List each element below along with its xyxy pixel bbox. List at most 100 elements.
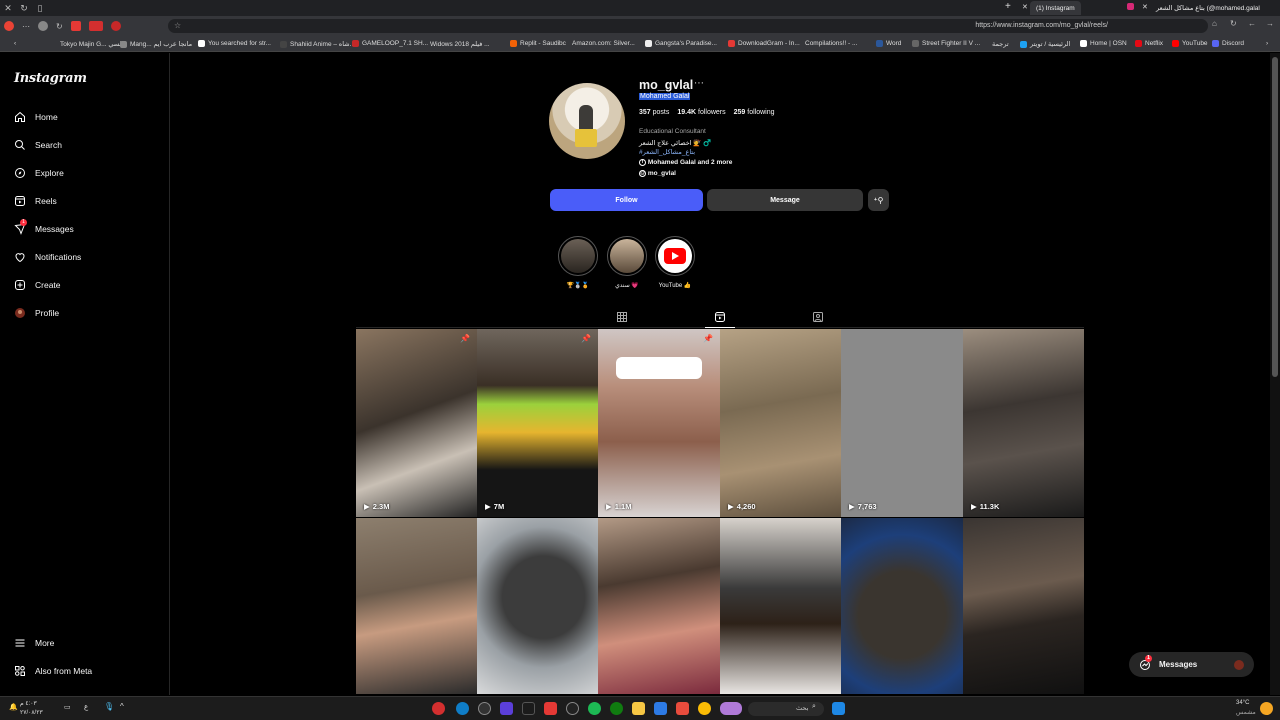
bookmark-item[interactable]: Shahiid Anime – شاه...	[280, 40, 355, 48]
taskbar-app-icon[interactable]	[500, 702, 513, 715]
spotify-icon[interactable]	[588, 702, 601, 715]
messages-floating-button[interactable]: 1 Messages	[1129, 652, 1254, 677]
message-button[interactable]: Message	[707, 189, 863, 211]
new-tab-icon[interactable]: +	[1005, 1, 1011, 12]
more-icon[interactable]: ⋯	[22, 22, 30, 31]
reel-tile[interactable]	[356, 518, 477, 694]
taskbar-app-icon[interactable]	[676, 702, 689, 715]
nav-explore[interactable]: Explore	[14, 167, 64, 179]
nav-search[interactable]: Search	[14, 139, 62, 151]
battery-icon[interactable]: ▭	[64, 703, 71, 711]
clock-date[interactable]: ٢٧/٠٨/٢٣	[20, 709, 43, 716]
nav-more[interactable]: More	[14, 637, 54, 649]
reel-tile[interactable]: ▶ 4,260	[720, 329, 841, 517]
bookmarks-back-icon[interactable]: ‹	[14, 40, 16, 47]
reel-tile[interactable]	[598, 518, 720, 694]
profile-avatar[interactable]	[549, 83, 625, 159]
taskbar-search-field[interactable]: بحث ⌕	[748, 702, 824, 716]
tab-profile[interactable]: بتاع مشاكل الشعر (@mohamed.galal	[1150, 1, 1266, 15]
page-scrollbar[interactable]	[1270, 53, 1280, 695]
url-text[interactable]: https://www.instagram.com/mo_gvlal/reels…	[975, 22, 1108, 29]
bookmark-item[interactable]: Discord	[1212, 40, 1244, 47]
account-icon[interactable]	[38, 21, 48, 31]
posts-grid-icon[interactable]	[615, 311, 629, 323]
reel-tile[interactable]	[720, 518, 841, 694]
language-indicator[interactable]: ع	[84, 703, 88, 711]
bookmark-item[interactable]: DownloadGram - In...	[728, 40, 800, 47]
taskbar-app-icon[interactable]	[654, 702, 667, 715]
reload-icon[interactable]: ↻	[1230, 19, 1237, 28]
taskbar-app-icon[interactable]	[566, 702, 579, 715]
xbox-icon[interactable]	[610, 702, 623, 715]
taskbar-app-icon[interactable]	[432, 702, 445, 715]
bookmark-item[interactable]: Home | OSN	[1080, 40, 1127, 47]
extension-icon[interactable]	[70, 21, 81, 31]
notification-bell-icon[interactable]: 🔔	[9, 703, 18, 711]
bookmark-item[interactable]: Widows 2018 فيلم ...	[430, 40, 490, 48]
bookmark-item[interactable]: Amazon.com: Silver...	[572, 40, 635, 47]
bookmark-item[interactable]: Tokyo Majin G... السي	[60, 40, 123, 48]
nav-create[interactable]: Create	[14, 279, 61, 291]
bookmark-item[interactable]: Mang... مانجا عرب ايم	[120, 40, 192, 48]
refresh-icon[interactable]: ↻	[56, 22, 63, 31]
highlight-2[interactable]	[607, 236, 647, 276]
forward-icon[interactable]: →	[1266, 19, 1274, 28]
tagged-tab-icon[interactable]	[811, 311, 825, 323]
bookmark-item[interactable]: YouTube	[1172, 40, 1208, 47]
bookmark-item[interactable]: Compilations!! - ...	[805, 40, 857, 47]
bookmark-star-icon[interactable]: ☆	[174, 21, 181, 30]
options-icon[interactable]: ⋯	[694, 78, 704, 89]
weather-temp[interactable]: 34°C	[1236, 700, 1249, 706]
browser-menu-icon[interactable]: ▯	[32, 3, 48, 14]
url-field[interactable]: ☆ https://www.instagram.com/mo_gvlal/ree…	[168, 19, 1208, 33]
bookmark-item[interactable]: الرئيسية / تويتر	[1020, 40, 1070, 48]
reel-tile[interactable]	[841, 518, 963, 694]
tray-expand-icon[interactable]: ^	[120, 702, 124, 711]
bookmark-item[interactable]: Netflix	[1135, 40, 1163, 47]
highlight-3[interactable]	[655, 236, 695, 276]
highlight-1[interactable]	[558, 236, 598, 276]
taskbar-app-icon[interactable]	[720, 702, 742, 715]
bookmark-item[interactable]: Replit - Saudibc	[510, 40, 566, 47]
follow-button[interactable]: Follow	[550, 189, 703, 211]
reels-tab-icon[interactable]	[713, 311, 727, 323]
nav-profile[interactable]: Profile	[14, 307, 59, 319]
taskbar-app-icon[interactable]	[478, 702, 491, 715]
edge-icon[interactable]	[456, 702, 469, 715]
file-explorer-icon[interactable]	[632, 702, 645, 715]
following-count[interactable]: 259 following	[734, 109, 775, 116]
windows-start-icon[interactable]	[832, 702, 845, 715]
bookmark-item[interactable]: Street Fighter II V ...	[912, 40, 980, 47]
reel-tile[interactable]: 📌 ▶ 1.1M	[598, 329, 720, 517]
bookmark-item[interactable]: Gangsta's Paradise...	[645, 40, 717, 47]
browser-refresh-icon[interactable]: ↻	[16, 3, 32, 14]
instagram-logo[interactable]: Instagram	[14, 71, 87, 86]
nav-home[interactable]: Home	[14, 111, 58, 123]
bio-hashtag[interactable]: #بتاع_مشاكل_الشعر	[639, 148, 695, 156]
weather-sun-icon[interactable]	[1260, 702, 1273, 715]
bookmark-item[interactable]: You searched for str...	[198, 40, 271, 47]
browser-close-icon[interactable]: ✕	[0, 3, 16, 14]
nav-messages[interactable]: 1 Messages	[14, 219, 74, 235]
reel-tile[interactable]: ▶ 11.3K	[963, 329, 1084, 517]
bio-threads-link[interactable]: @ mo_gvlal	[639, 170, 676, 177]
bookmark-item[interactable]: GAMELOOP_7.1 SH...	[352, 40, 428, 47]
followers-count[interactable]: 19.4K followers	[677, 109, 725, 116]
nav-reels[interactable]: Reels	[14, 195, 57, 207]
bookmark-item[interactable]: Word	[876, 40, 901, 47]
clock-time[interactable]: ٤:٠٣ م	[20, 700, 37, 707]
tab-close-icon[interactable]: ✕	[1142, 3, 1148, 11]
reel-tile[interactable]: 📌 ▶ 7M	[477, 329, 598, 517]
reel-tile[interactable]	[477, 518, 598, 694]
back-icon[interactable]: ←	[1248, 19, 1256, 28]
chrome-icon[interactable]	[698, 702, 711, 715]
scrollbar-thumb[interactable]	[1272, 57, 1278, 377]
taskbar-app-icon[interactable]	[544, 702, 557, 715]
reel-tile[interactable]	[963, 518, 1084, 694]
reel-tile[interactable]: ▶ 7,763	[841, 329, 963, 517]
bookmark-item[interactable]: ترجمة	[992, 40, 1009, 48]
nav-also-from-meta[interactable]: Also from Meta	[14, 665, 92, 677]
nav-notifications[interactable]: Notifications	[14, 251, 81, 263]
taskbar-app-icon[interactable]	[522, 702, 535, 715]
reel-tile[interactable]: 📌 ▶ 2.3M	[356, 329, 477, 517]
